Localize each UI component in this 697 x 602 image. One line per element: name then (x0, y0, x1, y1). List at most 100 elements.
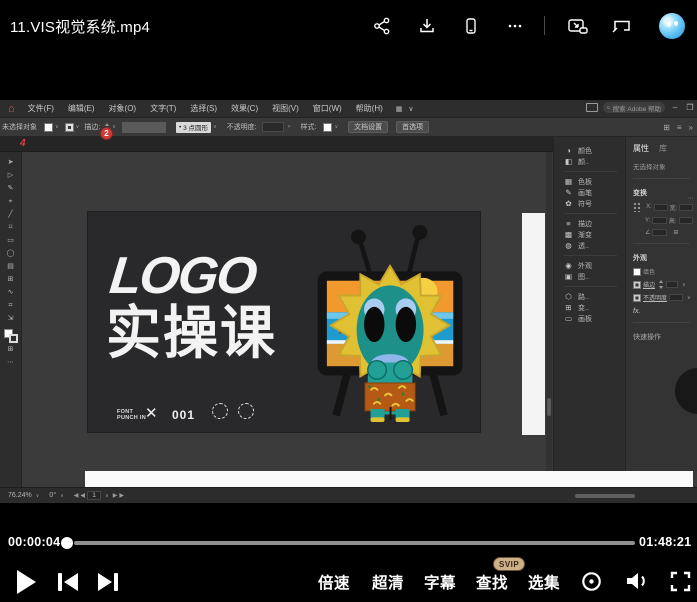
dock-item-color[interactable]: ◑颜色 (564, 145, 625, 156)
minimize-button[interactable]: – (670, 103, 680, 112)
line-tool-icon[interactable]: ╱ (8, 208, 12, 221)
more-icon[interactable] (505, 16, 525, 36)
fill-stroke-control[interactable] (4, 329, 18, 343)
opacity-dd-icon[interactable]: ∨ (687, 295, 691, 301)
direct-selection-tool-icon[interactable]: ▷ (8, 169, 13, 182)
restore-button[interactable]: ❐ (685, 103, 695, 112)
menu-edit[interactable]: 编辑(E) (68, 103, 95, 114)
menu-window[interactable]: 窗口(W) (313, 103, 342, 114)
vertical-scrollbar[interactable] (546, 152, 552, 487)
dock-item-transform[interactable]: ⊞变.. (564, 302, 625, 313)
artboard-number-field[interactable]: 1 (87, 491, 101, 500)
first-artboard-icon[interactable]: ◀ (74, 492, 79, 499)
share-screen-icon[interactable] (586, 103, 598, 112)
quality-button[interactable]: 超清 (372, 571, 404, 593)
opacity-value-box[interactable] (262, 122, 284, 132)
playback-speed-button[interactable]: 倍速 (318, 571, 350, 593)
grid-tool-icon[interactable]: ⊞ (8, 273, 14, 286)
dock-item-stroke[interactable]: ≡描边 (564, 218, 625, 229)
expand-dock-icon[interactable]: » (689, 123, 693, 132)
zoom-level-select[interactable]: 76.24% ∨ (8, 492, 41, 499)
brush-tool-icon[interactable]: ⌑ (9, 221, 13, 234)
document-setup-button[interactable]: 文档设置 (348, 121, 388, 133)
fill-swatch[interactable] (44, 123, 53, 132)
rotation-select[interactable]: 0° ∨ (49, 492, 65, 499)
stroke-weight-stepper[interactable] (659, 280, 664, 289)
mobile-device-icon[interactable] (461, 16, 481, 36)
horizontal-scrollbar-thumb[interactable] (575, 494, 635, 498)
fill-dd-icon[interactable]: ∨ (55, 124, 59, 130)
next-artboard-icon[interactable]: ▶ (113, 492, 118, 499)
user-avatar[interactable] (659, 13, 685, 39)
dock-item-swatches[interactable]: ▦色板 (564, 176, 625, 187)
height-field[interactable] (679, 217, 693, 224)
stroke-weight-dd-icon[interactable]: ∨ (682, 282, 686, 288)
prev-artboard-icon[interactable]: ◀ (80, 492, 85, 499)
tab-properties[interactable]: 属性 (633, 143, 649, 154)
play-button[interactable] (14, 568, 38, 601)
progress-bar[interactable] (74, 541, 635, 545)
picture-in-picture-icon[interactable] (566, 16, 590, 36)
variable-width-box[interactable] (122, 122, 166, 133)
layout-switcher-dd-icon[interactable]: ∨ (408, 105, 413, 113)
ai-canvas[interactable]: LOGO 实操课 FONT PUNCH IN ✕ 001 (22, 152, 546, 487)
stroke-color-swatch[interactable] (9, 334, 18, 343)
brush-select[interactable]: • 3 点圆形 (176, 122, 211, 133)
stroke-link[interactable]: 描边 (643, 280, 655, 289)
slice-tool-icon[interactable]: ⌗ (9, 299, 13, 312)
download-icon[interactable] (417, 16, 437, 36)
x-field[interactable] (654, 204, 668, 211)
menu-select[interactable]: 选择(S) (190, 103, 217, 114)
settings-icon[interactable] (580, 570, 603, 598)
dock-item-transparency[interactable]: ◍透.. (564, 240, 625, 251)
angle-field[interactable] (652, 229, 667, 236)
mesh-tool-icon[interactable]: ▤ (7, 260, 14, 273)
menu-help[interactable]: 帮助(H) (356, 103, 383, 114)
ellipse-tool-icon[interactable]: ◯ (7, 247, 15, 260)
stroke-weight-field[interactable] (666, 281, 678, 288)
dock-item-symbols[interactable]: ✿符号 (564, 198, 625, 209)
stroke-weight-dd-icon[interactable]: ∨ (112, 124, 116, 130)
stroke-swatch[interactable] (633, 281, 641, 289)
opacity-swatch[interactable] (633, 294, 641, 302)
dock-item-artboards[interactable]: ▭画板 (564, 313, 625, 324)
artboard-nav[interactable]: ◀ ◀ 1 ∨ ▶ ▶ (74, 491, 124, 500)
fill-swatch[interactable] (633, 268, 641, 276)
style-swatch[interactable] (323, 123, 332, 132)
subtitle-button[interactable]: 字幕 (424, 571, 456, 593)
menu-file[interactable]: 文件(F) (28, 103, 54, 114)
width-field[interactable] (679, 204, 693, 211)
volume-icon[interactable] (624, 569, 650, 598)
progress-thumb[interactable] (61, 537, 73, 549)
dock-item-appearance[interactable]: ◉外观 (564, 260, 625, 271)
panel-dock-icon[interactable]: ≡ (677, 123, 682, 132)
help-search-input[interactable]: 搜索 Adobe 帮助 (603, 102, 665, 113)
selection-tool-icon[interactable]: ➤ (8, 156, 14, 169)
anchor-tool-icon[interactable]: ⌖ (9, 195, 13, 208)
opacity-expand-icon[interactable]: > (288, 124, 291, 130)
dock-item-color-guide[interactable]: ◧颜.. (564, 156, 625, 167)
pen-tool-icon[interactable]: ✎ (8, 182, 14, 195)
workspace-icon[interactable]: ⊞ (663, 123, 670, 132)
shape-tool-icon[interactable]: ▭ (7, 234, 14, 247)
partial-artboard-bottom[interactable] (85, 471, 693, 487)
cast-screen-icon[interactable] (610, 16, 634, 36)
dock-item-gradient[interactable]: ▩渐变 (564, 229, 625, 240)
tab-libraries[interactable]: 库 (659, 143, 667, 154)
reference-point-grid[interactable] (633, 202, 642, 212)
stroke-dd-icon[interactable]: ∨ (76, 124, 80, 130)
menu-object[interactable]: 对象(O) (109, 103, 137, 114)
dock-item-pathfinder[interactable]: ⬡路.. (564, 291, 625, 302)
toolbar-more-icon[interactable]: ⋯ (7, 356, 14, 369)
brush-dd-icon[interactable]: ∨ (213, 124, 217, 130)
panel-more-icon[interactable]: ··· (687, 195, 694, 202)
flip-icons[interactable]: ⊞ (673, 229, 678, 236)
next-episode-button[interactable] (96, 571, 120, 598)
find-button[interactable]: 查找 (476, 571, 508, 593)
draw-mode-icon[interactable]: ⊞ (8, 343, 14, 356)
preferences-button[interactable]: 首选项 (396, 121, 429, 133)
partial-artboard-right[interactable] (522, 213, 545, 435)
stroke-swatch[interactable] (65, 123, 74, 132)
home-icon[interactable]: ⌂ (8, 103, 15, 115)
zoom-tool-icon[interactable]: ⇲ (8, 312, 14, 325)
